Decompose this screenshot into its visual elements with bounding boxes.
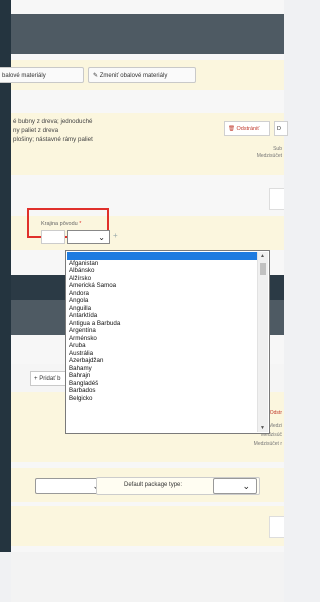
card2-remove-edge[interactable]: Odstr [270,410,282,416]
remove-button[interactable]: 🗑 Odstrániť [224,121,270,136]
origin-label-text: Krajina pôvodu [41,221,78,227]
bottom-card [11,506,284,546]
edge-panel [269,516,284,538]
origin-label: Krajina pôvodu * [41,221,81,227]
edge-panel [269,188,284,210]
remove-label: Odstrániť [236,126,260,132]
change-packaging-button[interactable]: ✎ Zmeniť obalové materiály [88,67,196,83]
country-option-highlighted[interactable] [67,252,258,260]
country-option[interactable]: Bangladéš [67,380,258,388]
trash-icon: 🗑 [228,126,235,132]
country-options: Afganistan Albánsko Alžírsko Americká Sa… [67,252,258,402]
plus-icon: + [34,376,38,382]
card2-line: Medzisúčet r [253,441,282,447]
country-option[interactable]: Barbados [67,387,258,395]
description-line: é bubny z dreva; jednoduché [13,118,93,125]
country-dropdown-list[interactable]: Afganistan Albánsko Alžírsko Americká Sa… [65,250,270,434]
default-package-type-label: Default package type: [124,482,183,488]
scrollbar-thumb[interactable] [260,263,266,275]
plus-icon[interactable]: + [113,231,118,240]
secondary-action-label: D [277,126,281,132]
description-line: plošiny; nástavné rámy paliet [13,136,93,143]
country-option[interactable]: Andora [67,290,258,298]
country-option[interactable]: Argentína [67,327,258,335]
country-option[interactable]: Antarktída [67,312,258,320]
country-option[interactable]: Albánsko [67,267,258,275]
country-option[interactable]: Bahamy [67,365,258,373]
pencil-icon: ✎ [93,73,99,79]
default-package-type-select[interactable]: ⌄ [213,478,257,494]
country-option[interactable]: Americká Samoa [67,282,258,290]
scroll-up-icon[interactable]: ▲ [260,253,265,259]
scroll-down-icon[interactable]: ▼ [260,425,265,431]
country-option[interactable]: Alžírsko [67,275,258,283]
country-option[interactable]: Aruba [67,342,258,350]
footer-area [11,552,284,602]
secondary-action-button[interactable]: D [274,121,288,136]
add-button-label: Pridať b [39,376,61,382]
origin-prefix-field[interactable] [41,230,65,244]
required-mark: * [79,221,82,227]
country-option[interactable]: Bahrajn [67,372,258,380]
country-option[interactable]: Afganistan [67,260,258,268]
card2-line: Medzi [268,423,282,429]
packaging-materials-button[interactable]: balové materiály [0,67,84,83]
country-option[interactable]: Austrália [67,350,258,358]
intermediate-label: Medzisúčet [256,153,282,159]
country-option[interactable]: Azerbajdžan [67,357,258,365]
country-option[interactable]: Belgicko [67,395,258,403]
description-line: ny paliet z dreva [13,127,59,134]
chevron-down-icon: ⌄ [242,481,250,491]
country-option[interactable]: Antigua a Barbuda [67,320,258,328]
change-packaging-label: Zmeniť obalové materiály [99,73,168,79]
country-option[interactable]: Anguilla [67,305,258,313]
header-band [11,14,284,54]
dropdown-scrollbar[interactable]: ▲ ▼ [257,252,268,432]
chevron-down-icon: ⌄ [98,233,105,242]
product-description: é bubny z dreva; jednoduché ny paliet z … [13,117,93,144]
country-option[interactable]: Angola [67,297,258,305]
sub-label: Sub [273,146,282,152]
packaging-materials-label: balové materiály [2,73,46,79]
country-option[interactable]: Arménsko [67,335,258,343]
country-of-origin-select[interactable]: ⌄ [67,230,110,244]
